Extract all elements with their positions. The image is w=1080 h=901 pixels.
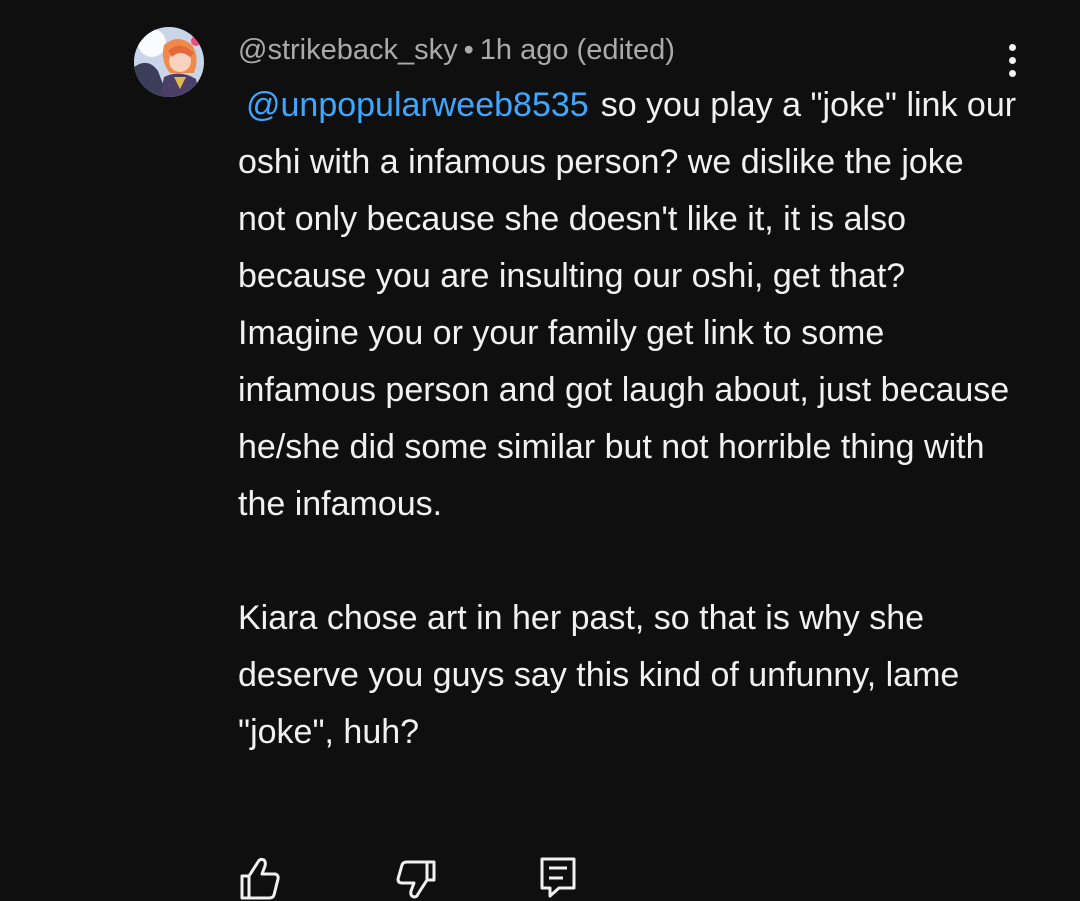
thumbs-up-icon bbox=[240, 857, 280, 900]
timestamp[interactable]: 1h ago bbox=[480, 34, 569, 66]
comment-header: @strikeback_sky • 1h ago (edited) bbox=[238, 30, 675, 70]
comment-paragraph-1: @unpopularweeb8535 so you play a "joke" l… bbox=[238, 77, 1018, 533]
reply-comment-icon bbox=[540, 857, 576, 898]
avatar[interactable] bbox=[134, 27, 204, 97]
edited-label: (edited) bbox=[576, 34, 675, 66]
dislike-button[interactable] bbox=[394, 854, 438, 901]
menu-dot bbox=[1008, 56, 1016, 64]
comment-actions bbox=[0, 854, 1080, 901]
comment-text-rest: link our oshi with a infamous person? we… bbox=[238, 86, 1017, 523]
avatar-image bbox=[134, 27, 204, 97]
thumbs-down-icon bbox=[396, 860, 436, 899]
separator-dot: • bbox=[463, 34, 474, 66]
menu-dot bbox=[1008, 43, 1016, 51]
more-vertical-icon[interactable] bbox=[996, 38, 1028, 82]
menu-dot bbox=[1008, 69, 1016, 77]
author-name[interactable]: @strikeback_sky bbox=[238, 34, 458, 66]
like-button[interactable] bbox=[238, 854, 282, 901]
comment-thread: @strikeback_sky • 1h ago (edited) @unpopul… bbox=[0, 0, 1080, 901]
comment-paragraph-2: Kiara chose art in her past, so that is … bbox=[238, 599, 960, 751]
comment-body: @unpopularweeb8535 so you play a "joke" l… bbox=[238, 77, 1018, 761]
mention-link[interactable]: @unpopularweeb8535 bbox=[246, 86, 589, 124]
comment-text-first-line: so you play a "joke" bbox=[600, 86, 897, 124]
reply-button[interactable] bbox=[537, 854, 581, 901]
